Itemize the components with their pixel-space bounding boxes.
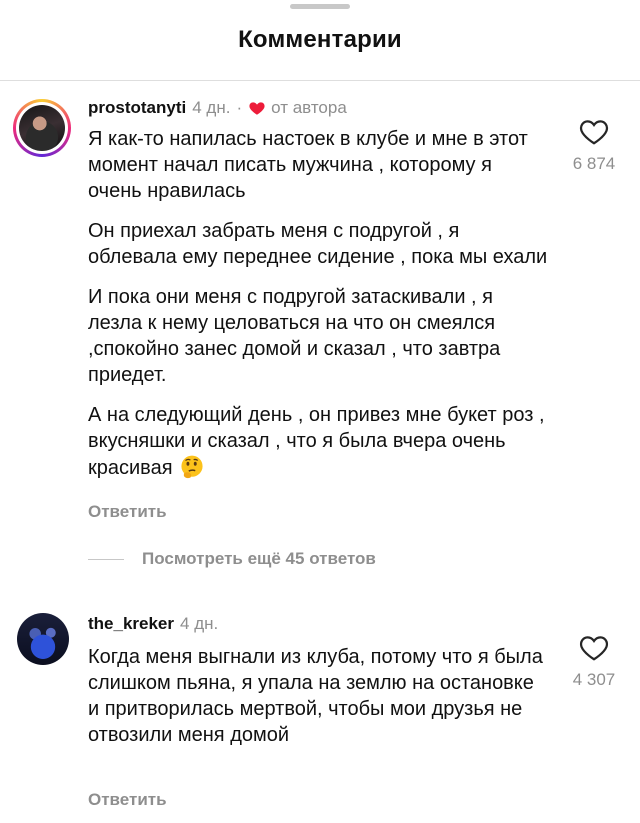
comment-time: 4 дн. <box>180 614 219 633</box>
comment-meta: the_kreker 4 дн. <box>88 614 218 634</box>
comment-paragraph: Когда меня выгнали из клуба, потому что … <box>88 646 543 746</box>
like-count: 6 874 <box>572 154 616 173</box>
meta-separator: · <box>236 98 243 117</box>
comment-paragraph-text: А на следующий день , он привез мне буке… <box>88 404 545 479</box>
header-divider <box>0 80 640 81</box>
view-more-replies-label: Посмотреть ещё 45 ответов <box>142 549 376 568</box>
comment-meta: prostotanyti 4 дн. · от автора <box>88 98 347 118</box>
heart-outline-icon[interactable] <box>579 634 609 662</box>
comment-paragraph-last: А на следующий день , он привез мне буке… <box>88 402 550 481</box>
replies-line <box>88 558 124 560</box>
page-title: Комментарии <box>238 26 402 53</box>
author-heart-icon <box>249 102 265 115</box>
sheet-grabber-handle[interactable] <box>290 4 350 9</box>
reply-button[interactable]: Ответить <box>88 502 167 522</box>
like-control: 6 874 <box>554 118 634 174</box>
comment-text: Я как-то напилась настоек в клубе и мне … <box>88 126 550 481</box>
username[interactable]: the_kreker <box>88 614 174 634</box>
avatar-photo <box>19 105 65 151</box>
comment-paragraph: И пока они меня с подругой затаскивали ,… <box>88 286 501 386</box>
reply-button[interactable]: Ответить <box>88 790 167 810</box>
username[interactable]: prostotanyti <box>88 98 186 118</box>
comment-paragraph: Он приехал забрать меня с подругой , я о… <box>88 220 548 268</box>
comment-time: 4 дн. <box>192 98 231 117</box>
thinking-face-emoji-icon <box>180 455 203 479</box>
like-count: 4 307 <box>572 670 616 689</box>
comment-text: Когда меня выгнали из клуба, потому что … <box>88 644 550 748</box>
comment-paragraph: Я как-то напилась настоек в клубе и мне … <box>88 128 528 202</box>
heart-outline-icon[interactable] <box>579 118 609 146</box>
like-control: 4 307 <box>554 634 634 690</box>
view-more-replies[interactable]: Посмотреть ещё 45 ответов <box>88 549 376 569</box>
avatar[interactable] <box>17 613 69 665</box>
avatar[interactable] <box>13 99 71 157</box>
author-like-label: от автора <box>271 98 347 117</box>
